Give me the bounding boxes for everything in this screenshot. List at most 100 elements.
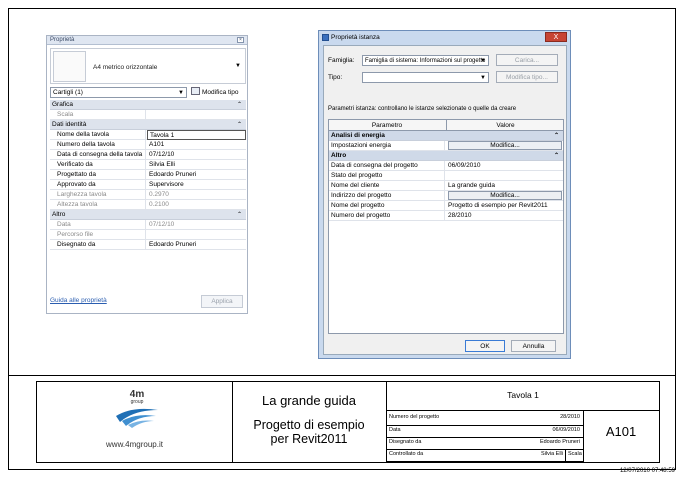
apply-button[interactable]: Applica: [201, 295, 243, 308]
close-icon[interactable]: ×: [237, 37, 244, 43]
meta-label: Controllato da: [389, 451, 424, 457]
chevron-up-icon[interactable]: ⌃: [554, 131, 559, 141]
company-website: www.4mgroup.it: [106, 440, 163, 449]
edit-type-button[interactable]: Modifica tipo: [191, 87, 239, 98]
chevron-up-icon[interactable]: ⌃: [237, 120, 242, 130]
property-value[interactable]: Edoardo Pruneri: [147, 240, 246, 250]
ok-button[interactable]: OK: [465, 340, 505, 352]
client-name: La grande guida: [262, 393, 356, 408]
chevron-up-icon[interactable]: ⌃: [554, 151, 559, 161]
parameters-grid: Parametro Valore Analisi di energia ⌃ Impo…: [328, 119, 564, 334]
property-row[interactable]: Data di consegna della tavola 07/12/10: [50, 150, 246, 160]
modify-button[interactable]: Modifica...: [448, 141, 562, 150]
family-label: Famiglia:: [328, 57, 355, 64]
property-row[interactable]: Percorso file: [50, 230, 246, 240]
dialog-body: Famiglia: Famiglia di sistema: Informazi…: [323, 45, 567, 355]
property-value: 0.2100: [149, 201, 169, 208]
parameter-value[interactable]: [446, 171, 564, 181]
close-icon[interactable]: X: [545, 32, 567, 42]
chevron-up-icon[interactable]: ⌃: [237, 210, 242, 220]
print-timestamp: 12/07/2010 07:48:59: [619, 468, 675, 474]
instance-properties-dialog: Proprietà istanza X Famiglia: Famiglia d…: [318, 30, 571, 359]
property-row[interactable]: Nome della tavola Tavola 1: [50, 130, 246, 140]
parameter-row[interactable]: Impostazioni energia Modifica...: [329, 141, 563, 151]
grid-rows: Analisi di energia ⌃ Impostazioni energia M…: [329, 131, 563, 221]
property-name: Percorso file: [50, 230, 146, 240]
property-group-header[interactable]: Altro ⌃: [50, 210, 246, 220]
parameter-row[interactable]: Data di consegna del progetto 06/09/2010: [329, 161, 563, 171]
parameter-value[interactable]: La grande guida: [446, 181, 564, 191]
parameter-group-header[interactable]: Analisi di energia ⌃: [329, 131, 563, 141]
edit-type-label: Modifica tipo: [202, 89, 239, 96]
load-button[interactable]: Carica...: [496, 54, 558, 66]
parameter-value[interactable]: Modifica...: [446, 191, 564, 201]
modify-button[interactable]: Modifica...: [448, 191, 562, 200]
meta-value: Silvia Elli: [540, 451, 563, 457]
property-value[interactable]: 07/12/10: [147, 150, 246, 160]
chevron-down-icon: ▼: [480, 75, 486, 81]
project-name-line1: Progetto di esempio: [253, 418, 365, 432]
column-header-parameter[interactable]: Parametro: [329, 120, 445, 131]
property-name: Nome della tavola: [50, 130, 146, 140]
property-value[interactable]: A101: [147, 140, 246, 150]
property-value[interactable]: Silvia Elli: [147, 160, 246, 170]
type-preview-thumbnail: [53, 51, 86, 82]
parameter-row[interactable]: Numero del progetto 28/2010: [329, 211, 563, 221]
properties-header: Proprietà ×: [47, 36, 247, 45]
property-group-header[interactable]: Grafica ⌃: [50, 100, 246, 110]
dialog-titlebar[interactable]: Proprietà istanza X: [319, 31, 570, 44]
type-label: Tipo:: [328, 74, 343, 81]
property-value: 0.2970: [149, 191, 169, 198]
property-row[interactable]: Numero della tavola A101: [50, 140, 246, 150]
property-row[interactable]: Approvato da Supervisore: [50, 180, 246, 190]
meta-label: Data: [389, 427, 401, 433]
property-name: Disegnato da: [50, 240, 146, 250]
property-row[interactable]: Scala: [50, 110, 246, 120]
family-dropdown[interactable]: Famiglia di sistema: Informazioni sul pr…: [362, 55, 489, 66]
property-name: Data: [50, 220, 146, 230]
chevron-down-icon[interactable]: ▼: [235, 63, 241, 69]
property-row[interactable]: Larghezza tavola 0.2970: [50, 190, 246, 200]
property-name: Altezza tavola: [50, 200, 146, 210]
parameter-group-name: Analisi di energia: [331, 132, 385, 139]
edit-type-button[interactable]: Modifica tipo...: [496, 71, 558, 83]
parameter-row[interactable]: Nome del progetto Progetto di esempio per…: [329, 201, 563, 211]
property-group-header[interactable]: Dati identità ⌃: [50, 120, 246, 130]
parameter-row[interactable]: Stato del progetto: [329, 171, 563, 181]
property-value[interactable]: Supervisore: [147, 180, 246, 190]
property-row[interactable]: Data 07/12/10: [50, 220, 246, 230]
parameter-value[interactable]: Progetto di esempio per Revit2011: [446, 201, 564, 211]
parameter-value[interactable]: Modifica...: [446, 141, 564, 151]
parameter-value[interactable]: 06/09/2010: [446, 161, 564, 171]
project-name-line2: per Revit2011: [270, 432, 348, 446]
property-value[interactable]: Edoardo Pruneri: [147, 170, 246, 180]
property-row[interactable]: Altezza tavola 0.2100: [50, 200, 246, 210]
type-dropdown[interactable]: ▼: [362, 72, 489, 83]
grid-header: Parametro Valore: [329, 120, 563, 131]
property-name: Approvato da: [50, 180, 146, 190]
column-header-value[interactable]: Valore: [446, 120, 564, 131]
property-value[interactable]: Tavola 1: [147, 130, 246, 140]
parameter-name: Nome del cliente: [329, 181, 445, 191]
property-group-name: Dati identità: [52, 121, 87, 128]
property-row[interactable]: Verificato da Silvia Elli: [50, 160, 246, 170]
divider: [386, 437, 583, 438]
cancel-button[interactable]: Annulla: [511, 340, 556, 352]
chevron-up-icon[interactable]: ⌃: [237, 100, 242, 110]
instance-filter-dropdown[interactable]: Cartigli (1) ▼: [50, 87, 187, 98]
property-group-name: Grafica: [52, 101, 73, 108]
parameter-row[interactable]: Nome del cliente La grande guida: [329, 181, 563, 191]
property-row[interactable]: Progettato da Edoardo Pruneri: [50, 170, 246, 180]
property-row[interactable]: Disegnato da Edoardo Pruneri: [50, 240, 246, 250]
edit-type-icon: [191, 87, 200, 95]
company-logo-area: 4m group www.4mgroup.it: [37, 382, 232, 462]
parameter-group-header[interactable]: Altro ⌃: [329, 151, 563, 161]
type-selector[interactable]: A4 metrico orizzontale ▼: [50, 48, 246, 84]
property-value: 07/12/10: [149, 221, 175, 228]
properties-help-link[interactable]: Guida alle proprietà: [50, 297, 107, 304]
divider: [386, 449, 583, 450]
meta-label: Disegnato da: [389, 439, 422, 445]
parameter-row[interactable]: Indirizzo del progetto Modifica...: [329, 191, 563, 201]
parameter-value[interactable]: 28/2010: [446, 211, 564, 221]
property-name: Data di consegna della tavola: [50, 150, 146, 160]
